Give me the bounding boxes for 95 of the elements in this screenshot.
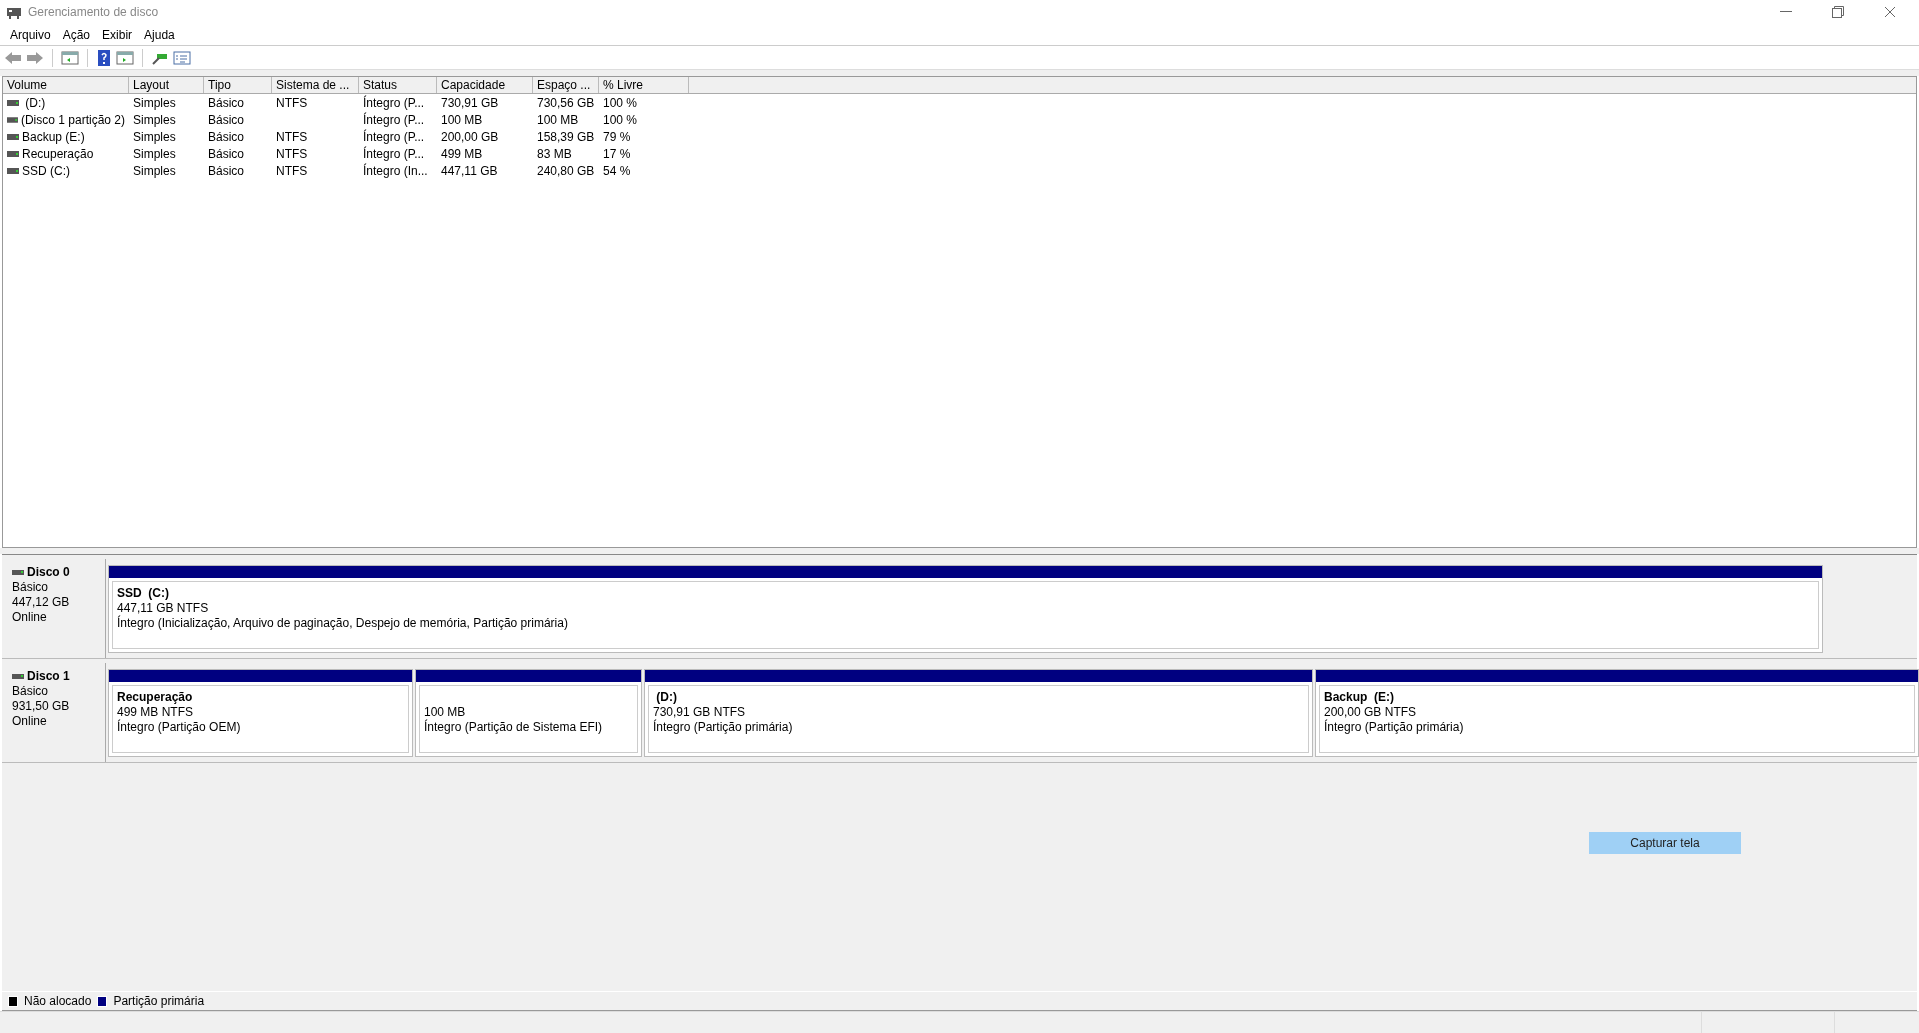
column-header[interactable]: Status (359, 77, 437, 93)
column-header[interactable]: Espaço ... (533, 77, 599, 93)
table-cell-text: Íntegro (P... (363, 128, 425, 146)
partition-block[interactable]: SSD (C:) 447,11 GB NTFS Íntegro (Inicialização, Arquivo de paginação, Despejo de memória, Partição primária) (108, 565, 1823, 653)
menu-item[interactable]: Exibir (96, 24, 139, 45)
disk-type: Básico (12, 684, 50, 699)
table-cell-text: Íntegro (In... (363, 162, 428, 180)
menu-item[interactable]: Arquivo (4, 24, 57, 45)
capture-screen-button[interactable]: Capturar tela (1589, 832, 1741, 854)
table-cell-text: 200,00 GB (441, 128, 499, 146)
volume-name[interactable]: SSD (C:) (22, 161, 70, 180)
table-cell-text: 100 % (603, 94, 638, 112)
drive-icon (7, 99, 19, 106)
disk-name: Disco 0 (27, 565, 70, 580)
partition-size: 499 MB NTFS (117, 705, 195, 719)
disk-size: 447,12 GB (12, 595, 71, 610)
column-header[interactable]: Tipo (204, 77, 272, 93)
table-cell-text: Simples (133, 128, 176, 146)
drive-icon (7, 150, 19, 157)
table-cell-text: NTFS (276, 145, 308, 163)
column-header[interactable]: Sistema de ... (272, 77, 359, 93)
column-header[interactable]: Layout (129, 77, 204, 93)
disk-type: Básico (12, 580, 50, 595)
partition-block[interactable]: (D:) 730,91 GB NTFS Íntegro (Partição primária) (644, 669, 1313, 757)
legend-label: Partição primária (113, 993, 205, 1010)
table-cell-text: Simples (133, 94, 176, 112)
partition-status: Íntegro (Inicialização, Arquivo de paginação, Despejo de memória, Partição primária) (117, 616, 569, 631)
partition-size: 200,00 GB NTFS (1324, 705, 1418, 719)
table-cell-text: 100 MB (441, 111, 483, 129)
partition-status: Íntegro (Partição de Sistema EFI) (424, 720, 604, 735)
table-cell-text: Simples (133, 162, 176, 180)
table-cell-text: Básico (208, 145, 245, 163)
table-cell-text: 240,80 GB (537, 162, 595, 180)
back-arrow-icon[interactable] (4, 50, 22, 65)
table-cell-text: 730,56 GB (537, 94, 595, 112)
partition-block[interactable]: Backup (E:) 200,00 GB NTFS Íntegro (Partição primária) (1315, 669, 1919, 757)
partition-status: Íntegro (Partição primária) (653, 720, 794, 735)
partition-name: SSD (C:) (117, 586, 170, 601)
drive-icon (7, 167, 19, 174)
table-cell-text: 17 % (603, 145, 631, 163)
partition-status: Íntegro (Partição primária) (1324, 720, 1465, 735)
partition-status: Íntegro (Partição OEM) (117, 720, 242, 735)
partition-block[interactable]: 100 MB Íntegro (Partição de Sistema EFI) (415, 669, 642, 757)
volume-name[interactable]: Recuperação (22, 144, 94, 163)
column-header[interactable]: Volume (3, 77, 129, 93)
legend-label: Não alocado (24, 993, 92, 1010)
restore-icon (1832, 6, 1844, 18)
table-cell-text: NTFS (276, 128, 308, 146)
table-cell-text: Básico (208, 162, 245, 180)
table-cell-text: 54 % (603, 162, 631, 180)
volume-name[interactable]: (Disco 1 partição 2) (20, 110, 125, 129)
table-cell-text: Simples (133, 145, 176, 163)
disk-size: 931,50 GB (12, 699, 71, 714)
table-cell-text: NTFS (276, 162, 308, 180)
partition-name: Recuperação (117, 690, 194, 705)
partition-size: 730,91 GB NTFS (653, 705, 747, 719)
partition-size: 447,11 GB NTFS (117, 601, 210, 615)
window-title: Gerenciamento de disco (28, 4, 159, 21)
drive-icon (7, 133, 19, 140)
table-cell-text: Simples (133, 111, 176, 129)
partition-size: 100 MB (424, 705, 467, 719)
table-cell-text: 447,11 GB (441, 162, 498, 180)
menu-item[interactable]: Ação (56, 24, 97, 45)
partition-name: Backup (E:) (1324, 690, 1395, 705)
table-cell-text: 730,91 GB (441, 94, 499, 112)
table-cell-text: Básico (208, 111, 245, 129)
volume-name[interactable]: Backup (E:) (22, 127, 85, 146)
table-cell-text: 158,39 GB (537, 128, 595, 146)
disk-management-icon (6, 5, 22, 19)
drive-icon (7, 116, 18, 123)
menu-item[interactable]: Ajuda (138, 24, 181, 45)
column-header[interactable]: Capacidade (437, 77, 533, 93)
console-tree-icon[interactable] (61, 49, 79, 66)
close-icon (1884, 6, 1896, 18)
table-cell-text: Básico (208, 128, 245, 146)
table-cell-text: 79 % (603, 128, 631, 146)
table-cell-text: Íntegro (P... (363, 94, 425, 112)
table-cell-text: NTFS (276, 94, 308, 112)
table-cell-text: 100 % (603, 111, 638, 129)
table-cell-text: 499 MB (441, 145, 483, 163)
forward-arrow-icon[interactable] (26, 50, 44, 65)
table-cell-text: Íntegro (P... (363, 111, 425, 129)
help-icon[interactable] (96, 48, 112, 67)
volume-name[interactable]: (D:) (22, 93, 46, 112)
column-header[interactable]: % Livre (599, 77, 689, 93)
table-cell-text: 100 MB (537, 111, 579, 129)
disk-status: Online (12, 714, 48, 729)
table-cell-text: 83 MB (537, 145, 572, 163)
disk-status: Online (12, 610, 48, 625)
partition-block[interactable]: Recuperação 499 MB NTFS Íntegro (Partição OEM) (108, 669, 413, 757)
table-cell-text: Íntegro (P... (363, 145, 425, 163)
table-cell-text: Básico (208, 94, 245, 112)
minimize-icon (1780, 11, 1792, 13)
disk-name: Disco 1 (27, 669, 70, 684)
partition-name: (D:) (655, 690, 678, 705)
